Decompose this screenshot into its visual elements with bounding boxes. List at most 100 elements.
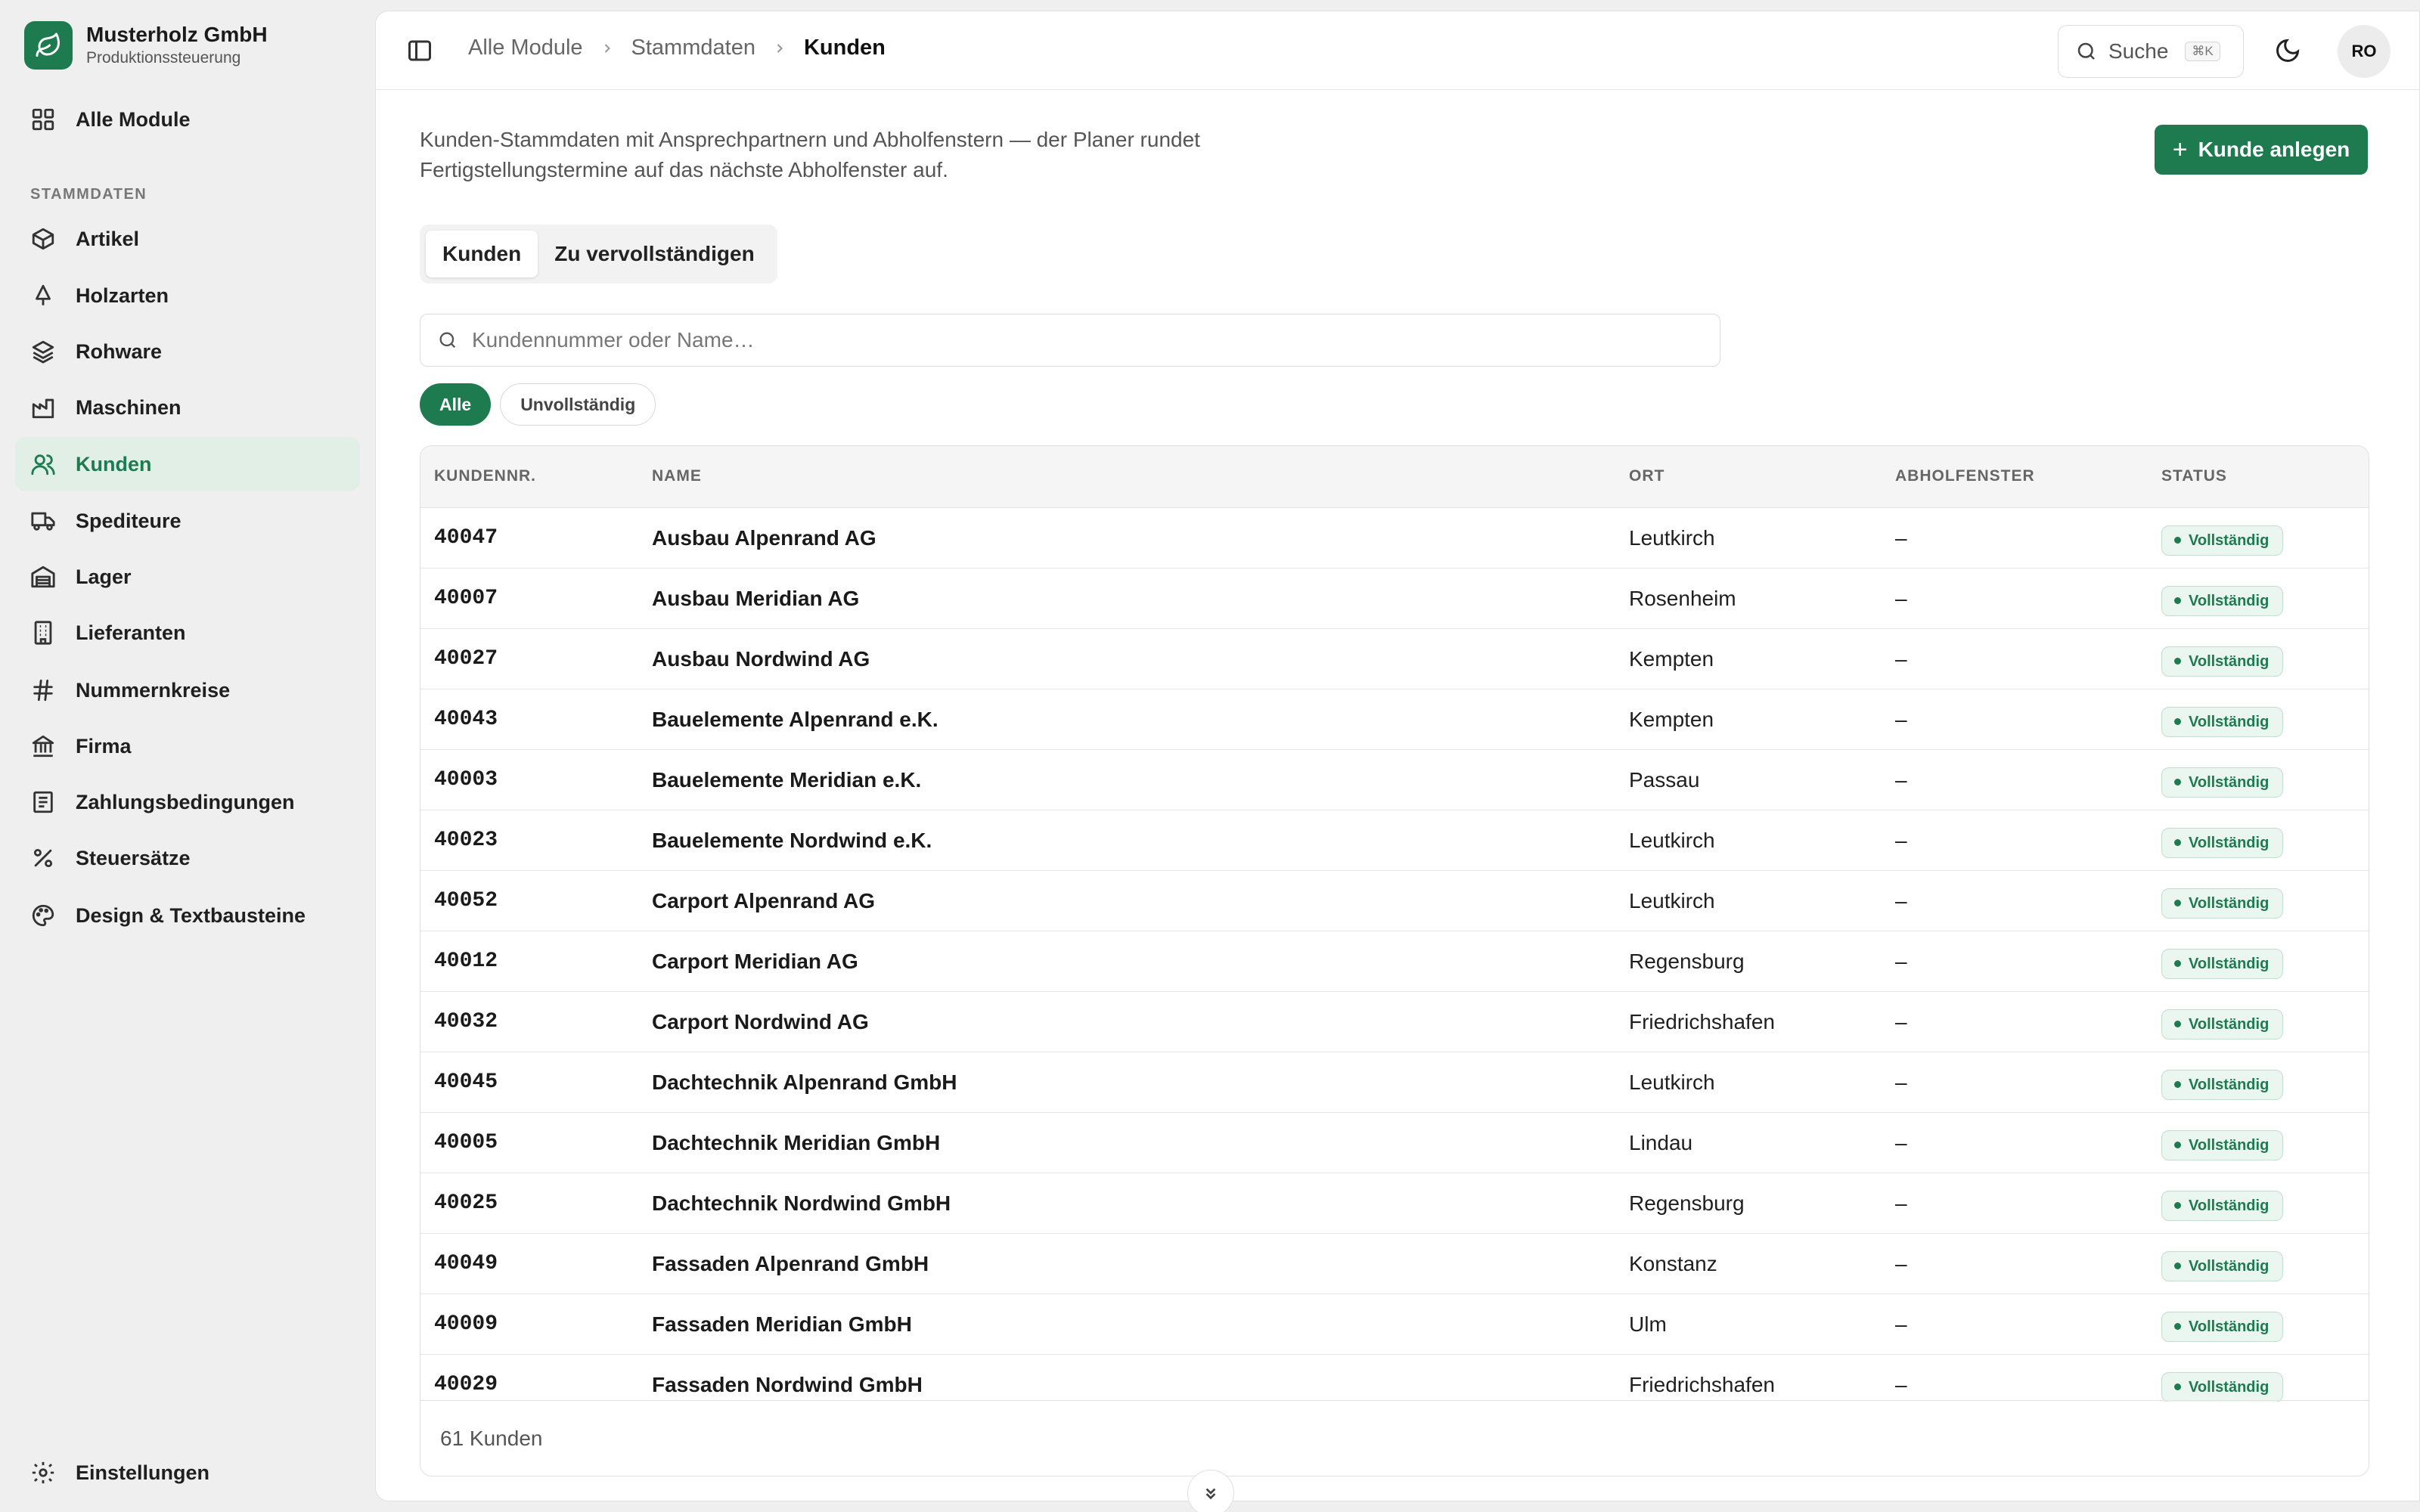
table-row[interactable]: 40049 Fassaden Alpenrand GmbH Konstanz – Vol… [420,1234,2369,1294]
status-badge-label: Vollständig [2189,713,2270,730]
table-row[interactable]: 40027 Ausbau Nordwind AG Kempten – Vollständ… [420,629,2369,689]
table-row[interactable]: 40003 Bauelemente Meridian e.K. Passau – Vol… [420,750,2369,810]
moon-icon [2276,39,2300,62]
sidebar-item-spediteure[interactable]: Spediteure [15,494,360,548]
filter-chip-alle[interactable]: Alle [420,383,492,426]
sidebar-item-design-textbausteine[interactable]: Design & Textbausteine [15,888,360,943]
avatar[interactable]: RO [2338,25,2391,78]
tab-zu-vervollstaendigen[interactable]: Zu vervollständigen [538,231,771,277]
status-badge: Vollständig [2161,1069,2284,1100]
cell-abholfenster: – [1895,647,1907,671]
add-customer-button[interactable]: + Kunde anlegen [2155,125,2368,175]
sidebar-item-firma[interactable]: Firma [15,719,360,773]
table-row[interactable]: 40043 Bauelemente Alpenrand e.K. Kempten – V… [420,689,2369,750]
breadcrumb-item-alle-module[interactable]: Alle Module [468,36,583,60]
column-header-kundennr[interactable]: KUNDENNR. [434,467,536,485]
table-row[interactable]: 40032 Carport Nordwind AG Friedrichshafen –… [420,992,2369,1052]
table-row[interactable]: 40012 Carport Meridian AG Regensburg – Volls… [420,931,2369,992]
status-badge-label: Vollständig [2189,1318,2270,1335]
table-row[interactable]: 40007 Ausbau Meridian AG Rosenheim – Vollstä… [420,569,2369,629]
customer-search-field[interactable] [420,314,1720,367]
chevron-right-icon [772,41,787,56]
sidebar-item-artikel[interactable]: Artikel [15,212,360,266]
sidebar-item-maschinen[interactable]: Maschinen [15,380,360,435]
table-row[interactable]: 40005 Dachtechnik Meridian GmbH Lindau – Vol… [420,1113,2369,1173]
status-badge: Vollständig [2161,827,2284,858]
column-header-status[interactable]: STATUS [2161,467,2227,485]
cell-name: Ausbau Meridian AG [652,587,860,610]
column-header-ort[interactable]: ORT [1629,467,1665,485]
status-badge-label: Vollständig [2189,592,2270,609]
theme-toggle-button[interactable] [2274,37,2301,64]
scroll-down-button[interactable] [1187,1470,1234,1512]
table-row[interactable]: 40029 Fassaden Nordwind GmbH Friedrichshaf… [420,1355,2369,1402]
column-header-name[interactable]: NAME [652,467,702,485]
status-badge-label: Vollständig [2189,1076,2270,1093]
cell-ort: Ulm [1629,1312,1667,1336]
sidebar-item-lager[interactable]: Lager [15,550,360,604]
sidebar-item-zahlungsbedingungen[interactable]: Zahlungsbedingungen [15,775,360,829]
table-row[interactable]: 40052 Carport Alpenrand AG Leutkirch – Volls… [420,871,2369,931]
search-label: Suche [2108,39,2169,63]
sidebar-item-einstellungen[interactable]: Einstellungen [15,1445,360,1500]
status-badge-label: Vollständig [2189,1378,2270,1396]
receipt-icon [30,789,56,815]
cell-ort: Friedrichshafen [1629,1010,1775,1033]
status-dot-icon [2174,1081,2181,1088]
cell-kundennr: 40012 [434,950,498,973]
breadcrumb-item-kunden: Kunden [803,36,886,60]
brand-subtitle: Produktionssteuerung [86,49,241,67]
status-dot-icon [2174,1323,2181,1330]
hash-icon [30,677,56,703]
sidebar-item-rohware[interactable]: Rohware [15,324,360,379]
global-search-button[interactable]: Suche ⌘K [2058,25,2244,78]
cell-kundennr: 40025 [434,1191,498,1215]
table-row[interactable]: 40025 Dachtechnik Nordwind GmbH Regensburg… [420,1173,2369,1234]
breadcrumb-item-stammdaten[interactable]: Stammdaten [631,36,755,60]
column-header-abholfenster[interactable]: ABHOLFENSTER [1895,467,2035,485]
sidebar-item-kunden[interactable]: Kunden [15,437,360,491]
table-row[interactable]: 40047 Ausbau Alpenrand AG Leutkirch – Vollst… [420,508,2369,569]
truck-icon [30,508,56,534]
cell-name: Dachtechnik Meridian GmbH [652,1131,941,1154]
tab-kunden[interactable]: Kunden [426,231,538,277]
cell-ort: Passau [1629,768,1700,792]
sidebar-item-nummernkreise[interactable]: Nummernkreise [15,663,360,717]
sidebar-item-label: Design & Textbausteine [76,903,306,927]
cell-ort: Regensburg [1629,1191,1745,1215]
cell-abholfenster: – [1895,1252,1907,1275]
table-row[interactable]: 40009 Fassaden Meridian GmbH Ulm – Vollständ… [420,1294,2369,1355]
cell-name: Carport Nordwind AG [652,1010,869,1033]
cell-status: Vollständig [2161,1007,2284,1040]
cell-abholfenster: – [1895,708,1907,731]
cell-status: Vollständig [2161,947,2284,979]
sidebar-item-label: Nummernkreise [76,678,231,702]
status-badge-label: Vollständig [2189,1197,2270,1214]
nav-all-modules[interactable]: Alle Module [15,92,360,147]
brand[interactable]: Musterholz GmbH Produktionssteuerung [24,21,268,70]
sidebar-item-lieferanten[interactable]: Lieferanten [15,606,360,660]
cell-ort: Regensburg [1629,950,1745,973]
sidebar-item-label: Rohware [76,339,163,363]
status-dot-icon [2174,1263,2181,1269]
sidebar: Musterholz GmbH Produktionssteuerung All… [0,0,375,1512]
sidebar-item-holzarten[interactable]: Holzarten [15,268,360,323]
status-badge: Vollständig [2161,1129,2284,1160]
table-row[interactable]: 40045 Dachtechnik Alpenrand GmbH Leutkirch… [420,1052,2369,1113]
cell-ort: Leutkirch [1629,526,1715,550]
status-dot-icon [2174,900,2181,906]
cell-kundennr: 40009 [434,1312,498,1336]
cell-status: Vollständig [2161,705,2284,737]
status-badge-label: Vollständig [2189,531,2270,549]
sidebar-toggle-button[interactable] [406,37,433,64]
customer-search-input[interactable] [472,328,1606,352]
sidebar-item-label: Maschinen [76,395,182,419]
table-header: KUNDENNR. NAME ORT ABHOLFENSTER STATUS [420,446,2369,508]
sidebar-item-steuersaetze[interactable]: Steuersätze [15,831,360,885]
filter-chip-unvollstaendig[interactable]: Unvollständig [500,383,656,426]
brand-name: Musterholz GmbH [86,23,268,46]
status-dot-icon [2174,1142,2181,1148]
status-badge-label: Vollständig [2189,894,2270,912]
table-row[interactable]: 40023 Bauelemente Nordwind e.K. Leutkirch –… [420,810,2369,871]
cell-name: Bauelemente Nordwind e.K. [652,829,932,852]
